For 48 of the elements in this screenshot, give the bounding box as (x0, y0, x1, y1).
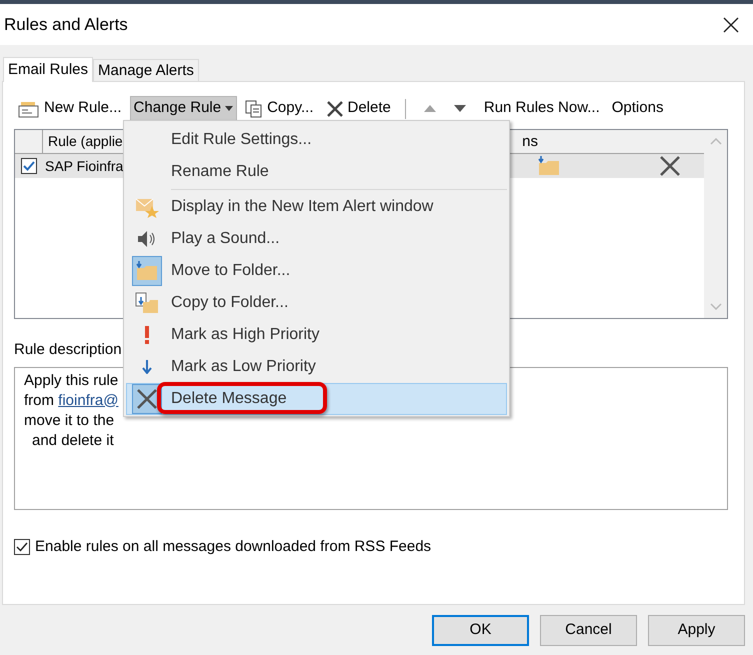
scroll-down-icon (710, 303, 722, 310)
copy-folder-icon (135, 292, 159, 314)
toolbar-button[interactable]: Options (608, 96, 668, 121)
dialog-button[interactable]: Apply (648, 615, 745, 646)
exclamation-icon (144, 326, 150, 344)
description-text: move it to the (24, 410, 116, 430)
menu-item[interactable]: Mark as High Priority (126, 319, 507, 351)
scrollbar[interactable] (704, 130, 727, 318)
menu-item[interactable]: Play a Sound... (126, 223, 507, 255)
window-title: Rules and Alerts (4, 14, 128, 36)
toolbar-button[interactable]: Run Rules Now... (480, 96, 604, 121)
menu-item[interactable]: Copy to Folder... (126, 287, 507, 319)
menu-item[interactable]: Mark as Low Priority (126, 351, 507, 383)
column-header: ns (522, 132, 538, 152)
new-rule-button[interactable]: New Rule... (14, 96, 126, 121)
description-text: and delete it (31, 430, 115, 450)
down-arrow-icon (142, 360, 152, 374)
description-link[interactable]: fioinfra@ (58, 392, 118, 408)
dialog-button[interactable]: Cancel (540, 615, 637, 646)
down-arrow-icon (454, 105, 466, 112)
new-rule-icon (18, 100, 40, 118)
scroll-up-icon (710, 138, 722, 145)
delete-icon (659, 155, 682, 177)
tab[interactable]: Email Rules (3, 57, 94, 82)
delete-button[interactable]: Delete (322, 96, 395, 121)
folder-arrow-icon (537, 155, 562, 177)
speaker-icon (137, 230, 157, 248)
close-icon (723, 16, 739, 32)
menu-item[interactable]: Delete Message (126, 383, 507, 415)
caret-icon (225, 106, 234, 111)
description-text: Apply this rule (24, 370, 120, 390)
checkbox-label: Enable rules on all messages downloaded from RSS Feeds (35, 536, 432, 556)
menu-item[interactable]: Display in the New Item Alert window (126, 191, 507, 223)
menu-item[interactable]: Rename Rule (126, 156, 507, 188)
menu-item[interactable]: Move to Folder... (126, 255, 507, 287)
change-rule-button[interactable]: Change Rule (130, 96, 238, 121)
rule-name: SAP Fioinfra (44, 156, 124, 176)
copy-icon (245, 100, 264, 118)
checkbox[interactable] (14, 538, 30, 555)
dialog-button[interactable]: OK (432, 615, 529, 646)
delete-icon (326, 100, 344, 118)
up-arrow-icon (424, 105, 436, 112)
envelope-star-icon (135, 196, 159, 218)
tab[interactable]: Manage Alerts (93, 59, 199, 81)
checkbox[interactable] (21, 158, 37, 174)
menu-item[interactable]: Edit Rule Settings... (126, 124, 507, 156)
column-header: Rule (applie (47, 132, 123, 151)
section-label: Rule description (14, 340, 123, 360)
